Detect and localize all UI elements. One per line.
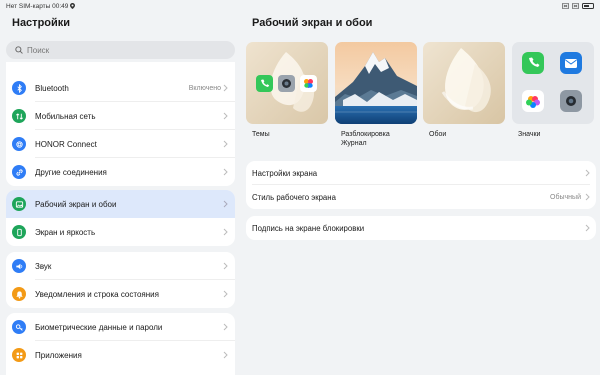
battery-icon bbox=[582, 3, 594, 9]
sidebar-item-mobile-network[interactable]: Мобильная сеть bbox=[6, 102, 235, 130]
settings-group-security: Биометрические данные и пароли Приложени… bbox=[6, 313, 235, 375]
sidebar-item-display-brightness[interactable]: Экран и яркость bbox=[6, 218, 235, 246]
settings-card-screen: Настройки экрана Стиль рабочего экрана О… bbox=[246, 161, 596, 209]
search-placeholder: Поиск bbox=[27, 45, 50, 55]
sim-icon bbox=[572, 3, 579, 9]
bluetooth-status: Включено bbox=[188, 84, 221, 92]
chevron-right-icon bbox=[223, 290, 228, 298]
bluetooth-icon bbox=[12, 81, 26, 95]
sidebar-item-home-screen-wallpaper[interactable]: Рабочий экран и обои bbox=[6, 190, 235, 218]
chevron-right-icon bbox=[223, 200, 228, 208]
phone-app-icon bbox=[522, 52, 544, 74]
sidebar-item-apps[interactable]: Приложения bbox=[6, 341, 235, 369]
chevron-right-icon bbox=[223, 228, 228, 236]
sidebar-item-label: Bluetooth bbox=[35, 83, 69, 93]
thumb-unlock-journal[interactable] bbox=[335, 42, 417, 124]
thumb-label-unlock-journal: Разблокировка Журнал bbox=[341, 130, 390, 148]
settings-group-sound: Звук Уведомления и строка состояния bbox=[6, 252, 235, 308]
thumb-themes[interactable] bbox=[246, 42, 328, 124]
location-icon bbox=[70, 3, 76, 9]
wifi-off-icon bbox=[562, 3, 569, 9]
sidebar-item-label: Мобильная сеть bbox=[35, 111, 96, 121]
chevron-right-icon bbox=[585, 193, 590, 201]
status-bar: Нет SIM-карты 00:49 bbox=[0, 0, 600, 12]
wallpaper-preview-image bbox=[423, 42, 505, 124]
mail-app-icon bbox=[560, 52, 582, 74]
sidebar-item-label: HONOR Connect bbox=[35, 139, 97, 149]
page-title: Настройки bbox=[12, 17, 71, 29]
list-item-partial bbox=[6, 62, 235, 74]
chevron-right-icon bbox=[585, 224, 590, 232]
phone-icon bbox=[12, 225, 26, 239]
connect-icon bbox=[12, 137, 26, 151]
apps-icon bbox=[12, 348, 26, 362]
detail-pane: Рабочий экран и обои Темы Разблокировка … bbox=[242, 12, 600, 375]
row-label: Стиль рабочего экрана bbox=[252, 192, 336, 202]
chevron-right-icon bbox=[223, 262, 228, 270]
home-screen-style-value: Обычный bbox=[550, 193, 581, 201]
bell-icon bbox=[12, 287, 26, 301]
sidebar-item-label: Звук bbox=[35, 261, 52, 271]
row-lockscreen-signature[interactable]: Подпись на экране блокировки bbox=[246, 216, 596, 240]
settings-list-pane: Настройки Поиск Bluetooth Включено Мобил… bbox=[0, 12, 242, 375]
signal-icon bbox=[12, 109, 26, 123]
sidebar-item-label: Другие соединения bbox=[35, 167, 107, 177]
sidebar-item-other-connections[interactable]: Другие соединения bbox=[6, 158, 235, 186]
sidebar-item-label: Уведомления и строка состояния bbox=[35, 289, 159, 299]
sidebar-item-label: Биометрические данные и пароли bbox=[35, 322, 163, 332]
row-home-screen-style[interactable]: Стиль рабочего экрана Обычный bbox=[246, 185, 596, 209]
row-label: Подпись на экране блокировки bbox=[252, 223, 365, 233]
row-screen-settings[interactable]: Настройки экрана bbox=[246, 161, 596, 185]
sidebar-item-notifications[interactable]: Уведомления и строка состояния bbox=[6, 280, 235, 308]
chevron-right-icon bbox=[585, 169, 590, 177]
settings-group-connectivity: Bluetooth Включено Мобильная сеть HONOR … bbox=[6, 62, 235, 186]
link-icon bbox=[12, 165, 26, 179]
thumb-label-unlock-journal-text: Разблокировка Журнал bbox=[341, 131, 390, 147]
camera-app-icon bbox=[560, 90, 582, 112]
speaker-icon bbox=[12, 259, 26, 273]
key-icon bbox=[12, 320, 26, 334]
mountain-preview-image bbox=[335, 42, 417, 124]
chevron-right-icon bbox=[223, 84, 228, 92]
sidebar-item-bluetooth[interactable]: Bluetooth Включено bbox=[6, 74, 235, 102]
themes-preview-image bbox=[246, 42, 328, 124]
chevron-right-icon bbox=[223, 323, 228, 331]
gallery-app-icon bbox=[522, 90, 544, 112]
sidebar-item-sound[interactable]: Звук bbox=[6, 252, 235, 280]
sidebar-item-label: Экран и яркость bbox=[35, 227, 96, 237]
status-text: Нет SIM-карты 00:49 bbox=[6, 2, 69, 10]
thumb-label-themes: Темы bbox=[252, 131, 270, 138]
sidebar-item-label: Рабочий экран и обои bbox=[35, 199, 117, 209]
search-icon bbox=[15, 46, 23, 54]
thumb-label-icons: Значки bbox=[518, 131, 541, 138]
chevron-right-icon bbox=[223, 112, 228, 120]
thumb-label-wallpapers: Обои bbox=[429, 131, 447, 138]
detail-title: Рабочий экран и обои bbox=[252, 17, 373, 29]
thumb-wallpapers[interactable] bbox=[423, 42, 505, 124]
image-icon bbox=[12, 197, 26, 211]
sidebar-item-biometrics[interactable]: Биометрические данные и пароли bbox=[6, 313, 235, 341]
row-label: Настройки экрана bbox=[252, 168, 318, 178]
settings-group-display: Рабочий экран и обои Экран и яркость bbox=[6, 190, 235, 246]
sidebar-item-honor-connect[interactable]: HONOR Connect bbox=[6, 130, 235, 158]
search-input[interactable]: Поиск bbox=[6, 41, 235, 59]
settings-card-lockscreen: Подпись на экране блокировки bbox=[246, 216, 596, 240]
chevron-right-icon bbox=[223, 140, 228, 148]
thumb-icons[interactable] bbox=[512, 42, 594, 124]
sidebar-item-label: Приложения bbox=[35, 350, 82, 360]
chevron-right-icon bbox=[223, 351, 228, 359]
chevron-right-icon bbox=[223, 168, 228, 176]
